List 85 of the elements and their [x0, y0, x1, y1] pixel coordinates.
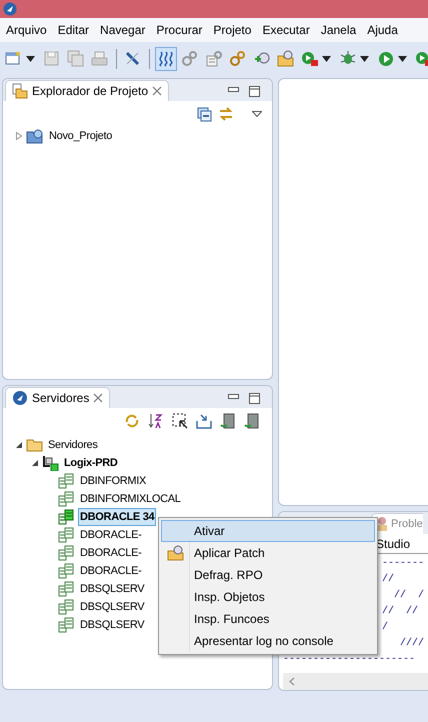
database-icon — [58, 545, 75, 561]
scrollbar[interactable] — [283, 673, 428, 690]
run-stop-icon — [301, 50, 319, 68]
tree-item[interactable]: DBINFORMIX — [78, 472, 148, 490]
tree-item[interactable]: DBORACLE 34 — [78, 508, 156, 526]
warning-person-icon — [375, 516, 389, 532]
wave-icon — [157, 50, 175, 68]
database-icon — [58, 473, 75, 489]
collapse-arrow-icon[interactable] — [31, 459, 39, 467]
caret-icon — [26, 56, 35, 62]
app-logo-icon — [3, 2, 17, 16]
database-icon — [58, 491, 75, 507]
server-group-icon — [42, 455, 59, 471]
tree-item[interactable]: DBORACLE- — [78, 562, 144, 580]
console-line: ------- — [382, 557, 424, 571]
close-icon[interactable] — [152, 86, 162, 96]
expand-arrow-icon[interactable] — [15, 132, 23, 140]
printer-icon — [91, 50, 109, 68]
tree-item[interactable]: Logix-PRD — [62, 454, 120, 472]
tree-item[interactable]: Novo_Projeto — [47, 127, 114, 145]
caret-icon — [322, 56, 331, 62]
menu-item[interactable]: Navegar — [100, 18, 146, 42]
menu-item[interactable]: Procurar — [156, 18, 202, 42]
console-line: // // — [382, 604, 418, 619]
folder-icon — [277, 50, 295, 68]
menu-item[interactable]: Ativar — [161, 520, 375, 542]
project-folder-icon — [26, 128, 44, 144]
run-icon — [377, 50, 395, 68]
minimize-icon[interactable] — [228, 394, 239, 399]
gears-icon — [181, 50, 199, 68]
globe-icon — [12, 390, 28, 406]
database-icon — [58, 599, 75, 615]
panel-tab[interactable]: Servidores — [5, 387, 110, 408]
tree-item[interactable]: Servidores — [46, 436, 100, 454]
folder-icon — [26, 437, 43, 453]
sort-az-icon[interactable] — [148, 413, 164, 429]
tree-item[interactable]: DBORACLE- — [78, 544, 144, 562]
minimize-icon[interactable] — [228, 87, 239, 92]
database-icon — [58, 527, 75, 543]
menu-item[interactable]: Arquivo — [6, 18, 47, 42]
caret-icon — [360, 56, 369, 62]
console-line: //// — [399, 636, 424, 651]
view-menu-icon[interactable] — [252, 111, 262, 117]
collapse-all-icon[interactable] — [197, 106, 212, 122]
menu-item[interactable]: Ajuda — [367, 18, 398, 42]
menu-item[interactable]: Projeto — [213, 18, 252, 42]
console-line: // — [382, 572, 394, 587]
menu-item[interactable]: Janela — [320, 18, 356, 42]
menu-item[interactable]: Defrag. RPO — [161, 564, 375, 586]
server-icon[interactable] — [220, 413, 236, 429]
menu-item[interactable]: Insp. Funcoes — [161, 608, 375, 630]
save-all-icon — [67, 50, 85, 68]
folder-document-icon — [12, 83, 28, 99]
tree-item[interactable]: DBORACLE- — [78, 526, 144, 544]
close-icon[interactable] — [93, 393, 104, 403]
save-icon — [43, 50, 61, 68]
maximize-icon[interactable] — [249, 86, 260, 97]
menu-item[interactable]: Executar — [262, 18, 310, 42]
import-icon[interactable] — [196, 413, 212, 429]
database-icon — [58, 581, 75, 597]
sync-arrows-icon[interactable] — [218, 106, 234, 122]
tree-item[interactable]: DBSQLSERV — [78, 580, 146, 598]
console-line: / — [382, 620, 388, 635]
tree-item[interactable]: DBSQLSERV — [78, 598, 146, 616]
pen-icon — [124, 50, 142, 68]
gears-icon — [229, 50, 247, 68]
run-stop-icon — [415, 50, 428, 68]
tree-item[interactable]: DBSQLSERV — [78, 616, 146, 634]
menu-item[interactable]: Editar — [58, 18, 90, 42]
gear-document-icon — [205, 50, 223, 68]
folder-icon — [167, 545, 185, 561]
panel-tab[interactable]: Explorador de Projeto — [5, 80, 170, 101]
caret-icon — [398, 56, 407, 62]
database-icon — [58, 617, 75, 633]
database-icon — [58, 509, 75, 525]
console-line: // / — [393, 588, 424, 603]
select-icon[interactable] — [172, 413, 188, 429]
database-icon — [58, 563, 75, 579]
console-line: ---------------------- — [283, 653, 416, 667]
server-icon[interactable] — [244, 413, 260, 429]
tree-item[interactable]: DBINFORMIXLOCAL — [78, 490, 183, 508]
maximize-icon[interactable] — [249, 393, 260, 404]
collapse-arrow-icon[interactable] — [15, 441, 23, 449]
menu-item[interactable]: Insp. Objetos — [161, 586, 375, 608]
menu-item[interactable]: Apresentar log no console — [161, 630, 375, 652]
